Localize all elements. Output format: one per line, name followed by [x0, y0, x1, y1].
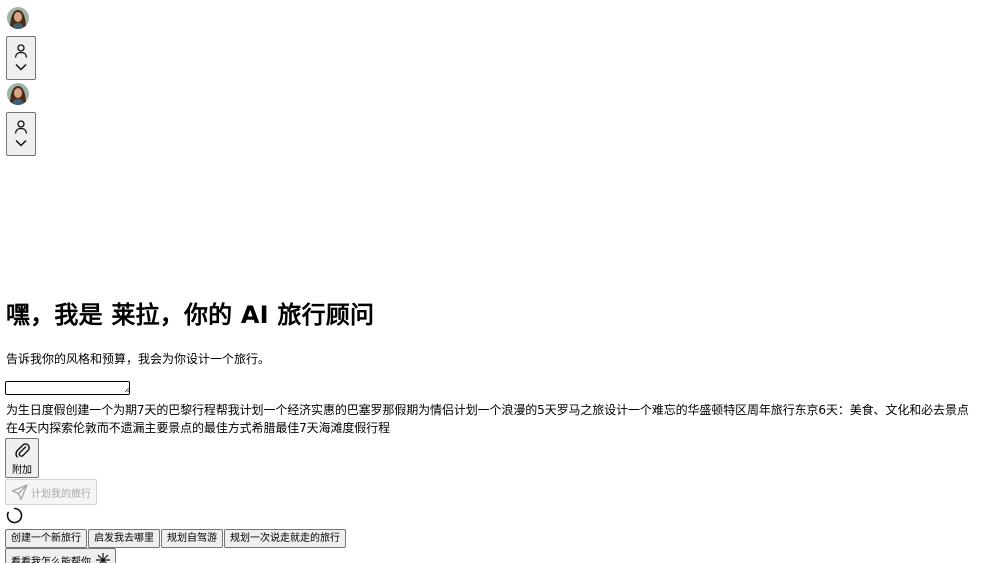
spinner-icon — [6, 507, 23, 524]
plan-trip-button[interactable]: 计划我的旅行 — [5, 479, 97, 505]
user-avatar[interactable] — [7, 83, 29, 105]
send-icon — [11, 484, 28, 501]
attach-button[interactable]: 附加 — [5, 438, 39, 478]
quick-action-road-trip[interactable]: 规划自驾游 — [161, 529, 223, 548]
sparkle-icon — [96, 553, 110, 563]
person-icon — [14, 120, 28, 134]
quick-actions: 创建一个新旅行 启发我去哪里 规划自驾游 规划一次说走就走的旅行 — [5, 529, 347, 548]
page-title: 嘿，我是 莱拉，你的 AI 旅行顾问 — [6, 301, 375, 329]
attach-button-label: 附加 — [12, 465, 32, 476]
prompt-input-wrapper — [5, 380, 131, 395]
help-button[interactable]: 看看我怎么能帮你 — [5, 548, 116, 563]
plan-trip-button-label: 计划我的旅行 — [31, 488, 91, 500]
help-button-label: 看看我怎么能帮你 — [11, 556, 91, 563]
paperclip-icon — [15, 443, 30, 458]
suggestion-item[interactable]: 希腊最佳7天海滩度假行程 — [252, 421, 391, 435]
user-avatar-photo-icon — [7, 7, 29, 29]
quick-action-spontaneous-trip[interactable]: 规划一次说走就走的旅行 — [224, 529, 346, 548]
chevron-down-icon — [15, 63, 27, 71]
profile-menu-button[interactable] — [6, 112, 36, 156]
suggestion-item[interactable]: 在4天内探索伦敦而不遗漏主要景点的最佳方式 — [6, 421, 252, 435]
person-icon — [14, 44, 28, 58]
page-subtitle: 告诉我你的风格和预算，我会为你设计一个旅行。 — [6, 352, 271, 366]
suggestion-item[interactable]: 帮我计划一个经济实惠的巴塞罗那假期 — [216, 403, 418, 417]
suggestion-item[interactable]: 为情侣计划一个浪漫的5天罗马之旅 — [418, 403, 604, 417]
profile-menu-button[interactable] — [6, 36, 36, 80]
user-avatar[interactable] — [7, 7, 29, 29]
suggestion-item[interactable]: 为生日度假创建一个为期7天的巴黎行程 — [6, 403, 216, 417]
chevron-down-icon — [15, 139, 27, 147]
suggestion-list: 为生日度假创建一个为期7天的巴黎行程帮我计划一个经济实惠的巴塞罗那假期为情侣计划… — [6, 401, 996, 437]
trip-prompt-input[interactable] — [5, 381, 130, 395]
page: 嘿，我是 莱拉，你的 AI 旅行顾问 告诉我你的风格和预算，我会为你设计一个旅行… — [0, 0, 1000, 563]
quick-action-new-trip[interactable]: 创建一个新旅行 — [5, 529, 87, 548]
user-avatar-photo-icon — [7, 83, 29, 105]
quick-action-inspire-me[interactable]: 启发我去哪里 — [88, 529, 160, 548]
suggestion-item[interactable]: 设计一个难忘的华盛顿特区周年旅行 — [604, 403, 795, 417]
suggestion-item[interactable]: 东京6天：美食、文化和必去景点 — [795, 403, 969, 417]
